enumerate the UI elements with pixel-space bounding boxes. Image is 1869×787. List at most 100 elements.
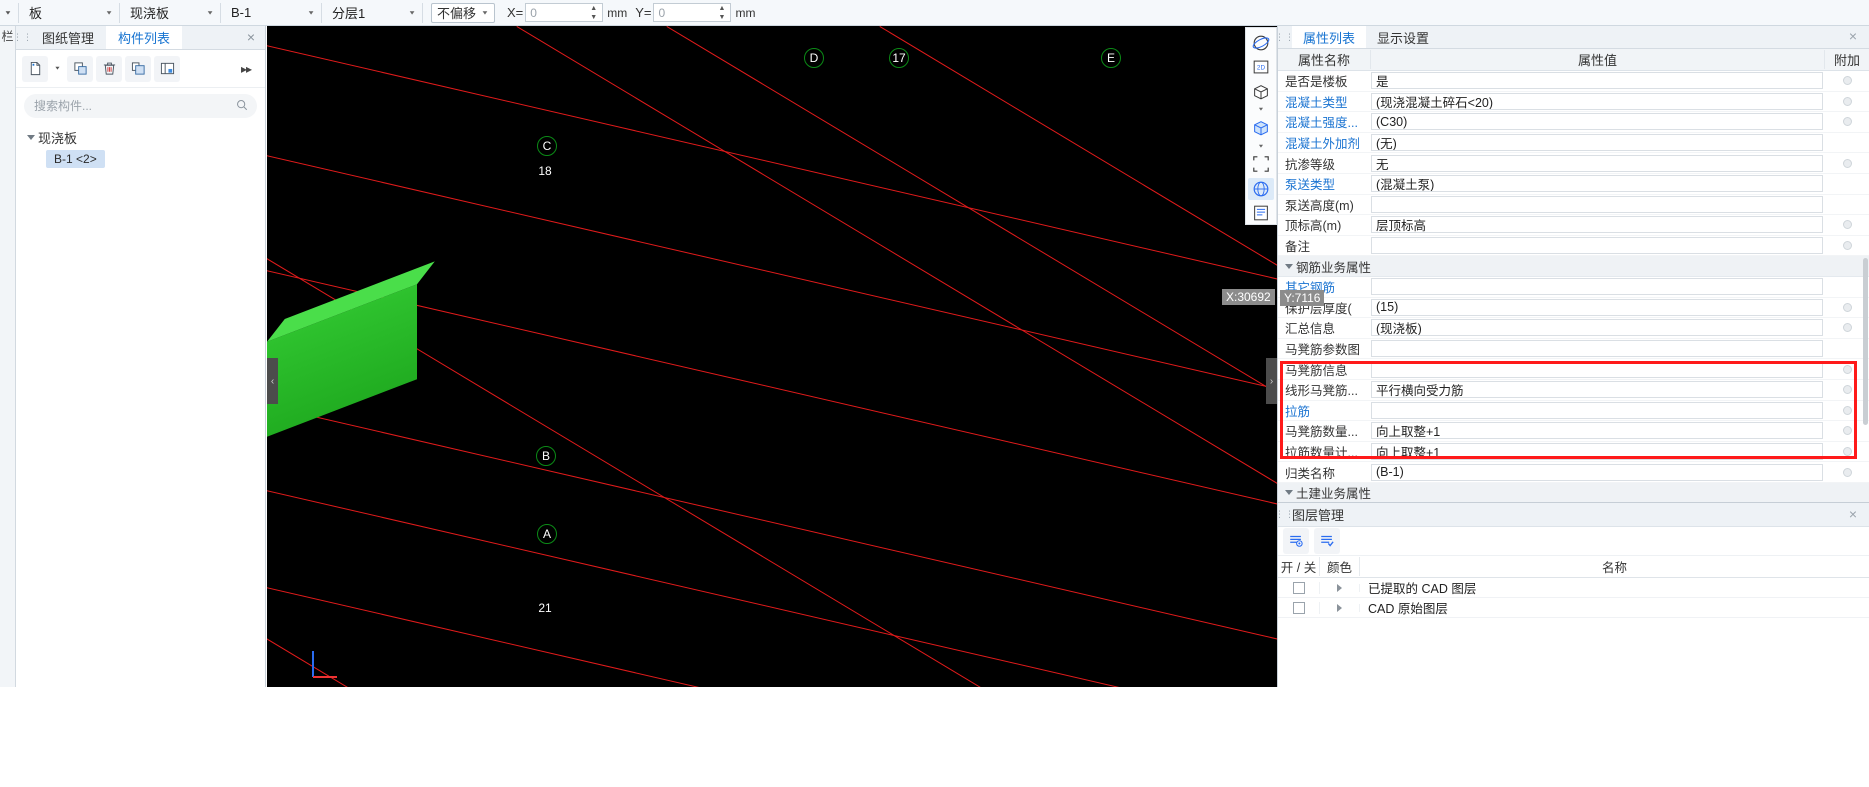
tab-component-list[interactable]: 构件列表: [106, 26, 183, 49]
layers-eye-icon[interactable]: [1283, 528, 1309, 554]
y-spinbox[interactable]: ▲▼: [653, 3, 732, 22]
frame-select-icon[interactable]: [1248, 153, 1274, 175]
x-spin-arrows[interactable]: ▲ ▼: [590, 5, 599, 21]
property-value-field[interactable]: (现浇板): [1371, 319, 1823, 337]
3d-viewport[interactable]: D 17 E C 18 20 B A 22 21 24 ‹ ›: [267, 26, 1277, 687]
offset-mode-button[interactable]: 不偏移 ▼: [431, 2, 495, 23]
property-value-field[interactable]: (混凝土泵): [1371, 175, 1823, 193]
property-value-field[interactable]: (无): [1371, 134, 1823, 152]
property-name[interactable]: 混凝土类型: [1278, 92, 1371, 111]
property-group-header[interactable]: 钢筋业务属性: [1278, 256, 1869, 277]
layer-selector[interactable]: 分层1 ▼: [324, 2, 420, 24]
x-input[interactable]: [526, 4, 587, 21]
property-name[interactable]: 混凝土外加剂: [1278, 133, 1371, 152]
extra-radio-icon[interactable]: [1842, 385, 1852, 395]
tab-drawing-management[interactable]: 图纸管理: [30, 26, 106, 49]
extra-radio-icon[interactable]: [1842, 241, 1852, 251]
orbit-icon[interactable]: [1248, 32, 1274, 54]
property-group-header[interactable]: 土建业务属性: [1278, 482, 1869, 504]
property-value-field[interactable]: [1371, 360, 1823, 378]
y-spin-arrows[interactable]: ▲ ▼: [718, 5, 727, 21]
grid-image-icon[interactable]: [154, 55, 180, 82]
view-solid-box-icon[interactable]: [1248, 117, 1274, 139]
property-value-field[interactable]: 向上取整+1: [1371, 422, 1823, 440]
viewport-collapse-right-button[interactable]: ›: [1266, 358, 1277, 404]
trash-icon[interactable]: [96, 55, 122, 82]
chevron-down-icon[interactable]: [1258, 105, 1265, 115]
property-value-field[interactable]: [1371, 340, 1823, 358]
tree-expand-icon[interactable]: [24, 135, 38, 140]
property-value-field[interactable]: (C30): [1371, 113, 1823, 131]
grid-bubble-21[interactable]: 21: [535, 598, 555, 618]
slab-element-b1[interactable]: [267, 284, 417, 437]
y-input[interactable]: [654, 4, 715, 21]
grid-bubble-D[interactable]: D: [804, 48, 824, 68]
property-value-field[interactable]: 是: [1371, 72, 1823, 90]
tree-item-b1[interactable]: B-1 <2>: [46, 150, 105, 168]
view-2d-icon[interactable]: 2D: [1248, 56, 1274, 78]
extra-radio-icon[interactable]: [1842, 96, 1852, 106]
property-name[interactable]: 拉筋: [1278, 401, 1371, 420]
grid-bubble-18[interactable]: 18: [535, 161, 555, 181]
properties-scrollbar[interactable]: [1863, 258, 1868, 425]
property-value-field[interactable]: 无: [1371, 154, 1823, 172]
property-value-field[interactable]: [1371, 237, 1823, 255]
property-value-field[interactable]: (现浇混凝土碎石<20): [1371, 92, 1823, 110]
globe-view-icon[interactable]: [1248, 177, 1274, 200]
property-value-field[interactable]: [1371, 401, 1823, 419]
grid-bubble-E[interactable]: E: [1101, 48, 1121, 68]
extra-radio-icon[interactable]: [1842, 302, 1852, 312]
layers-check-icon[interactable]: [1314, 528, 1340, 554]
search-box[interactable]: [24, 94, 257, 118]
list-view-icon[interactable]: [1248, 202, 1274, 224]
extra-radio-icon[interactable]: [1842, 405, 1852, 415]
property-value-field[interactable]: 平行横向受力筋: [1371, 381, 1823, 399]
chevron-down-icon[interactable]: [51, 56, 64, 82]
toolbar-overflow-caret[interactable]: [0, 2, 16, 24]
property-value-field[interactable]: [1371, 195, 1823, 213]
property-value-field[interactable]: (B-1): [1371, 463, 1823, 481]
more-horizontal-icon[interactable]: ▸▸: [233, 56, 259, 82]
element-type-selector[interactable]: 板 ▼: [21, 2, 117, 24]
close-icon[interactable]: ×: [1845, 507, 1861, 523]
extra-radio-icon[interactable]: [1842, 117, 1852, 127]
extra-radio-icon[interactable]: [1842, 323, 1852, 333]
chevron-right-icon[interactable]: [1337, 603, 1342, 612]
tree-node-cast-in-place-slab[interactable]: 现浇板: [16, 126, 265, 148]
panel-drag-grip[interactable]: ⋮⋮: [13, 26, 32, 49]
left-vertical-strip[interactable]: 栏: [0, 26, 16, 687]
property-value-field[interactable]: 向上取整+1: [1371, 442, 1823, 460]
extra-radio-icon[interactable]: [1842, 364, 1852, 374]
component-name-selector[interactable]: B-1 ▼: [223, 2, 319, 24]
grid-bubble-A[interactable]: A: [537, 524, 557, 544]
extra-radio-icon[interactable]: [1842, 220, 1852, 230]
panel-drag-grip[interactable]: ⋮⋮: [1275, 26, 1294, 48]
property-name[interactable]: 泵送类型: [1278, 174, 1371, 193]
extra-radio-icon[interactable]: [1842, 158, 1852, 168]
copy-icon[interactable]: [67, 55, 93, 82]
component-category-selector[interactable]: 现浇板 ▼: [122, 2, 218, 24]
extra-radio-icon[interactable]: [1842, 426, 1852, 436]
tab-property-list[interactable]: 属性列表: [1292, 26, 1367, 48]
extra-radio-icon[interactable]: [1842, 76, 1852, 86]
layer-color-cell[interactable]: [1320, 603, 1360, 612]
new-file-icon[interactable]: [22, 55, 48, 82]
layer-visibility-checkbox[interactable]: [1292, 601, 1305, 614]
grid-bubble-C[interactable]: C: [537, 136, 557, 156]
group-expand-icon[interactable]: [1282, 490, 1296, 495]
layer-row[interactable]: CAD 原始图层: [1278, 598, 1869, 618]
property-value-field[interactable]: [1371, 278, 1823, 296]
grid-bubble-B[interactable]: B: [536, 446, 556, 466]
property-value-field[interactable]: (15): [1371, 298, 1823, 316]
group-expand-icon[interactable]: [1282, 264, 1296, 269]
extra-radio-icon[interactable]: [1842, 467, 1852, 477]
extra-radio-icon[interactable]: [1842, 446, 1852, 456]
view-3d-box-icon[interactable]: [1248, 80, 1274, 102]
layers-copy-icon[interactable]: [125, 55, 151, 82]
chevron-down-icon[interactable]: [1258, 141, 1265, 151]
viewport-collapse-left-button[interactable]: ‹: [267, 358, 278, 404]
property-value-field[interactable]: 层顶标高: [1371, 216, 1823, 234]
layer-visibility-checkbox[interactable]: [1292, 581, 1305, 594]
close-icon[interactable]: ×: [243, 30, 259, 46]
chevron-right-icon[interactable]: [1337, 583, 1342, 592]
